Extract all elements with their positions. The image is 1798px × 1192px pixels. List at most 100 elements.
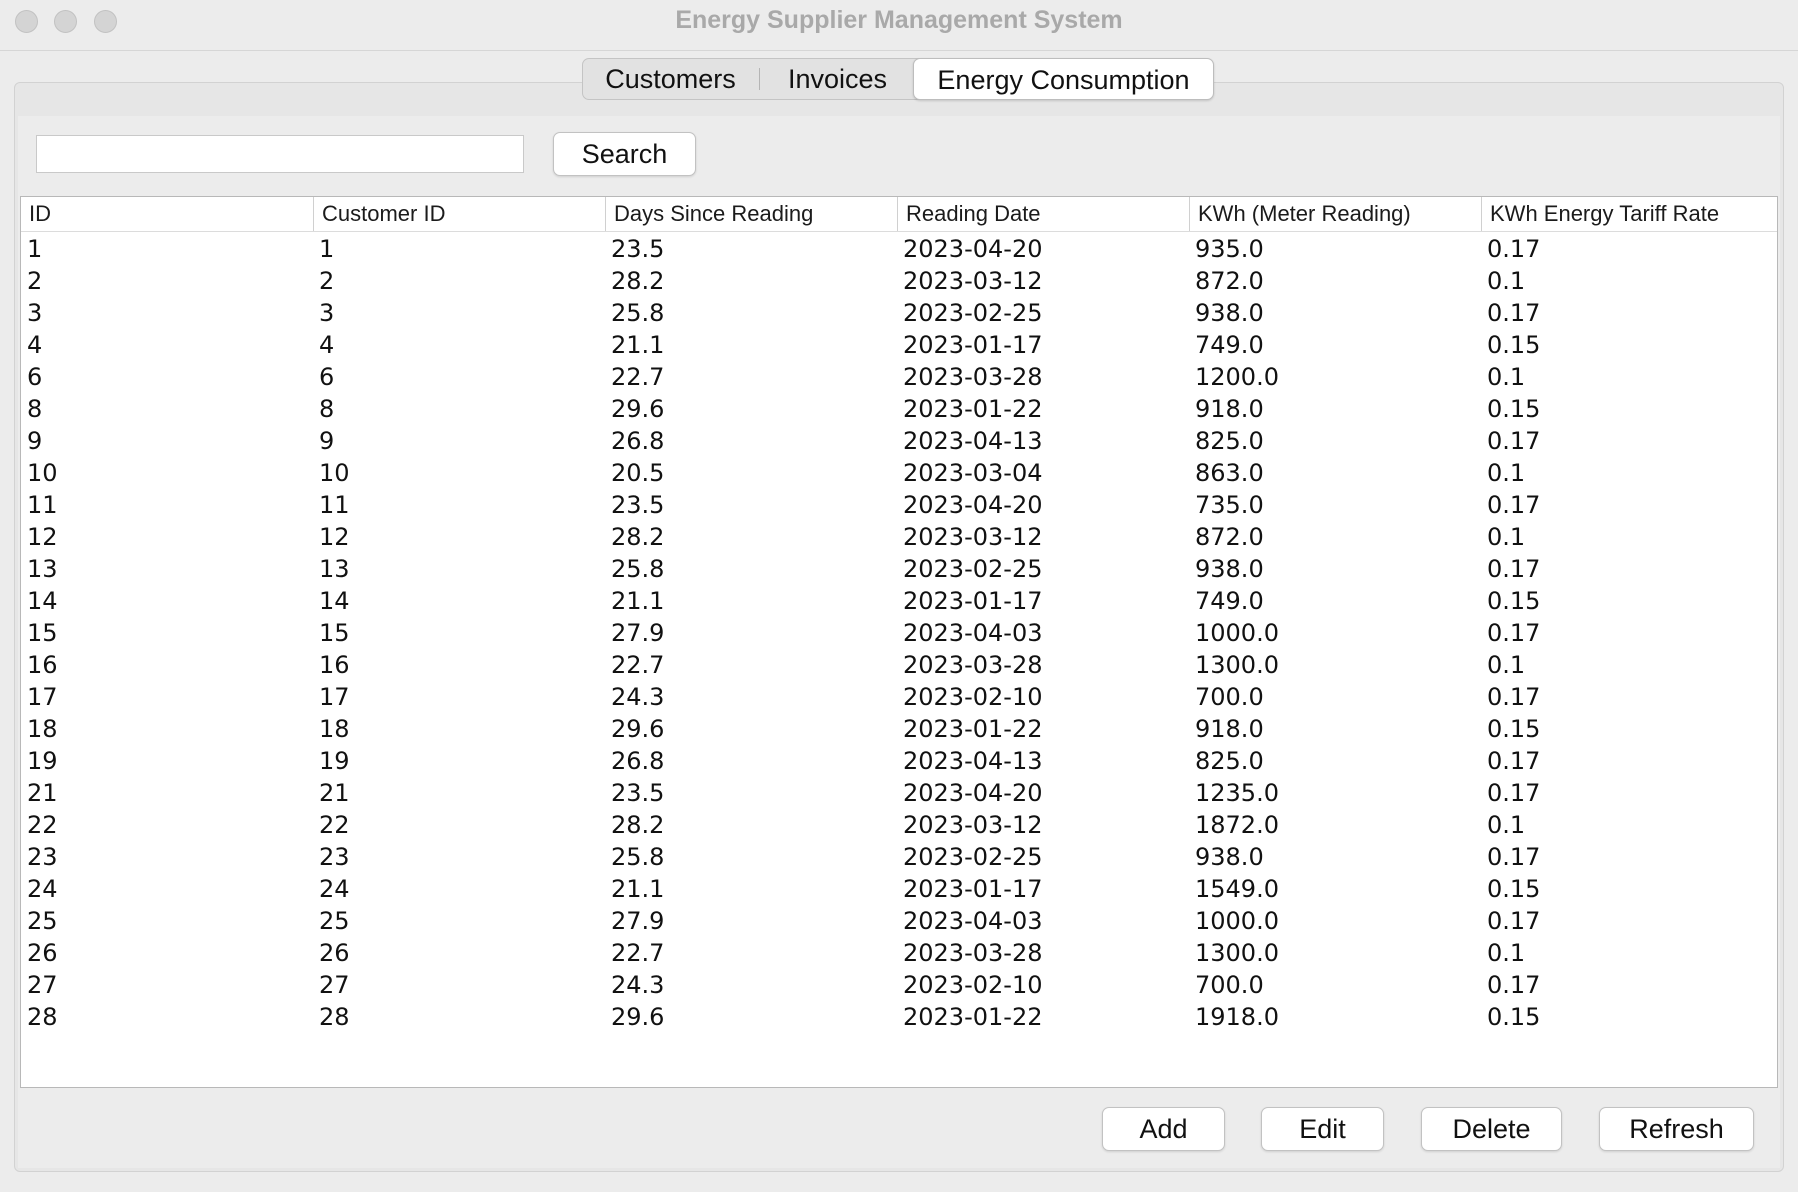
- column-header-customer-id[interactable]: Customer ID: [313, 197, 605, 231]
- table-row[interactable]: 13 13 25.8 2023-02-25 938.0 0.17: [21, 553, 1777, 585]
- column-header-days-since-reading[interactable]: Days Since Reading: [605, 197, 897, 231]
- column-header-id[interactable]: ID: [21, 197, 313, 231]
- table-cell: 8: [319, 395, 335, 423]
- tab-invoices[interactable]: Invoices: [760, 59, 915, 99]
- table-cell: 24: [319, 875, 350, 903]
- tab-energy-consumption[interactable]: Energy Consumption: [913, 58, 1214, 100]
- table-row[interactable]: 28 28 29.6 2023-01-22 1918.0 0.15: [21, 1001, 1777, 1033]
- table-cell: 14: [27, 587, 58, 615]
- table-row[interactable]: 11 11 23.5 2023-04-20 735.0 0.17: [21, 489, 1777, 521]
- window-title: Energy Supplier Management System: [675, 6, 1123, 34]
- search-input[interactable]: [36, 135, 524, 173]
- table-cell: 11: [319, 491, 350, 519]
- table-row[interactable]: 25 25 27.9 2023-04-03 1000.0 0.17: [21, 905, 1777, 937]
- column-header-tariff-rate[interactable]: KWh Energy Tariff Rate: [1481, 197, 1777, 231]
- column-header-kwh-meter-reading[interactable]: KWh (Meter Reading): [1189, 197, 1481, 231]
- edit-button[interactable]: Edit: [1261, 1107, 1384, 1151]
- table-row[interactable]: 14 14 21.1 2023-01-17 749.0 0.15: [21, 585, 1777, 617]
- table-row[interactable]: 2 2 28.2 2023-03-12 872.0 0.1: [21, 265, 1777, 297]
- table-cell: 1549.0: [1195, 875, 1279, 903]
- table-cell: 749.0: [1195, 587, 1264, 615]
- table-cell: 2023-03-04: [903, 459, 1043, 487]
- table-cell: 872.0: [1195, 523, 1264, 551]
- table-row[interactable]: 16 16 22.7 2023-03-28 1300.0 0.1: [21, 649, 1777, 681]
- table-row[interactable]: 21 21 23.5 2023-04-20 1235.0 0.17: [21, 777, 1777, 809]
- table-cell: 700.0: [1195, 971, 1264, 999]
- table-cell: 0.15: [1487, 587, 1541, 615]
- table-row[interactable]: 8 8 29.6 2023-01-22 918.0 0.15: [21, 393, 1777, 425]
- table-cell: 9: [27, 427, 43, 455]
- table-row[interactable]: 19 19 26.8 2023-04-13 825.0 0.17: [21, 745, 1777, 777]
- table-cell: 21: [319, 779, 350, 807]
- table-row[interactable]: 18 18 29.6 2023-01-22 918.0 0.15: [21, 713, 1777, 745]
- table-row[interactable]: 6 6 22.7 2023-03-28 1200.0 0.1: [21, 361, 1777, 393]
- table-cell: 13: [27, 555, 58, 583]
- table-row[interactable]: 9 9 26.8 2023-04-13 825.0 0.17: [21, 425, 1777, 457]
- table-cell: 0.15: [1487, 715, 1541, 743]
- table-cell: 26: [319, 939, 350, 967]
- table-cell: 24: [27, 875, 58, 903]
- table-cell: 18: [27, 715, 58, 743]
- table-row[interactable]: 22 22 28.2 2023-03-12 1872.0 0.1: [21, 809, 1777, 841]
- table-cell: 25.8: [611, 299, 665, 327]
- refresh-button[interactable]: Refresh: [1599, 1107, 1754, 1151]
- table-cell: 12: [27, 523, 58, 551]
- table-row[interactable]: 27 27 24.3 2023-02-10 700.0 0.17: [21, 969, 1777, 1001]
- table-cell: 29.6: [611, 715, 665, 743]
- table-cell: 22: [27, 811, 58, 839]
- table-cell: 2023-03-12: [903, 267, 1043, 295]
- table-cell: 2023-04-03: [903, 907, 1043, 935]
- table-cell: 2023-04-20: [903, 491, 1043, 519]
- table-cell: 26.8: [611, 427, 665, 455]
- table-cell: 918.0: [1195, 715, 1264, 743]
- consumption-table[interactable]: ID Customer ID Days Since Reading Readin…: [20, 196, 1778, 1088]
- table-cell: 0.15: [1487, 1003, 1541, 1031]
- table-row[interactable]: 24 24 21.1 2023-01-17 1549.0 0.15: [21, 873, 1777, 905]
- table-row[interactable]: 15 15 27.9 2023-04-03 1000.0 0.17: [21, 617, 1777, 649]
- table-row[interactable]: 1 1 23.5 2023-04-20 935.0 0.17: [21, 233, 1777, 265]
- table-cell: 18: [319, 715, 350, 743]
- table-cell: 22.7: [611, 651, 665, 679]
- table-cell: 2023-02-10: [903, 683, 1043, 711]
- table-cell: 0.1: [1487, 651, 1526, 679]
- table-cell: 21.1: [611, 875, 665, 903]
- table-row[interactable]: 4 4 21.1 2023-01-17 749.0 0.15: [21, 329, 1777, 361]
- table-cell: 23.5: [611, 491, 665, 519]
- table-cell: 16: [27, 651, 58, 679]
- table-cell: 1000.0: [1195, 907, 1279, 935]
- tab-bar: Customers Invoices Energy Consumption: [582, 58, 1214, 100]
- table-row[interactable]: 3 3 25.8 2023-02-25 938.0 0.17: [21, 297, 1777, 329]
- column-header-reading-date[interactable]: Reading Date: [897, 197, 1189, 231]
- table-cell: 0.17: [1487, 971, 1541, 999]
- table-cell: 21: [27, 779, 58, 807]
- table-cell: 2023-03-12: [903, 811, 1043, 839]
- table-cell: 2: [319, 267, 335, 295]
- table-cell: 0.17: [1487, 619, 1541, 647]
- delete-button[interactable]: Delete: [1421, 1107, 1562, 1151]
- table-cell: 28: [319, 1003, 350, 1031]
- table-cell: 28: [27, 1003, 58, 1031]
- table-row[interactable]: 12 12 28.2 2023-03-12 872.0 0.1: [21, 521, 1777, 553]
- search-button[interactable]: Search: [553, 132, 696, 176]
- table-cell: 12: [319, 523, 350, 551]
- table-cell: 2023-02-25: [903, 843, 1043, 871]
- add-button[interactable]: Add: [1102, 1107, 1225, 1151]
- table-cell: 23: [319, 843, 350, 871]
- table-cell: 20.5: [611, 459, 665, 487]
- table-cell: 2023-01-17: [903, 587, 1043, 615]
- table-cell: 27: [27, 971, 58, 999]
- table-cell: 825.0: [1195, 747, 1264, 775]
- table-cell: 28.2: [611, 811, 665, 839]
- tab-customers[interactable]: Customers: [583, 59, 758, 99]
- table-row[interactable]: 23 23 25.8 2023-02-25 938.0 0.17: [21, 841, 1777, 873]
- title-bar: Energy Supplier Management System: [0, 0, 1798, 51]
- table-cell: 15: [319, 619, 350, 647]
- table-row[interactable]: 26 26 22.7 2023-03-28 1300.0 0.1: [21, 937, 1777, 969]
- table-row[interactable]: 17 17 24.3 2023-02-10 700.0 0.17: [21, 681, 1777, 713]
- table-cell: 8: [27, 395, 43, 423]
- table-cell: 2023-03-28: [903, 363, 1043, 391]
- table-row[interactable]: 10 10 20.5 2023-03-04 863.0 0.1: [21, 457, 1777, 489]
- table-cell: 2023-02-25: [903, 299, 1043, 327]
- table-cell: 2023-02-10: [903, 971, 1043, 999]
- table-cell: 2023-03-28: [903, 651, 1043, 679]
